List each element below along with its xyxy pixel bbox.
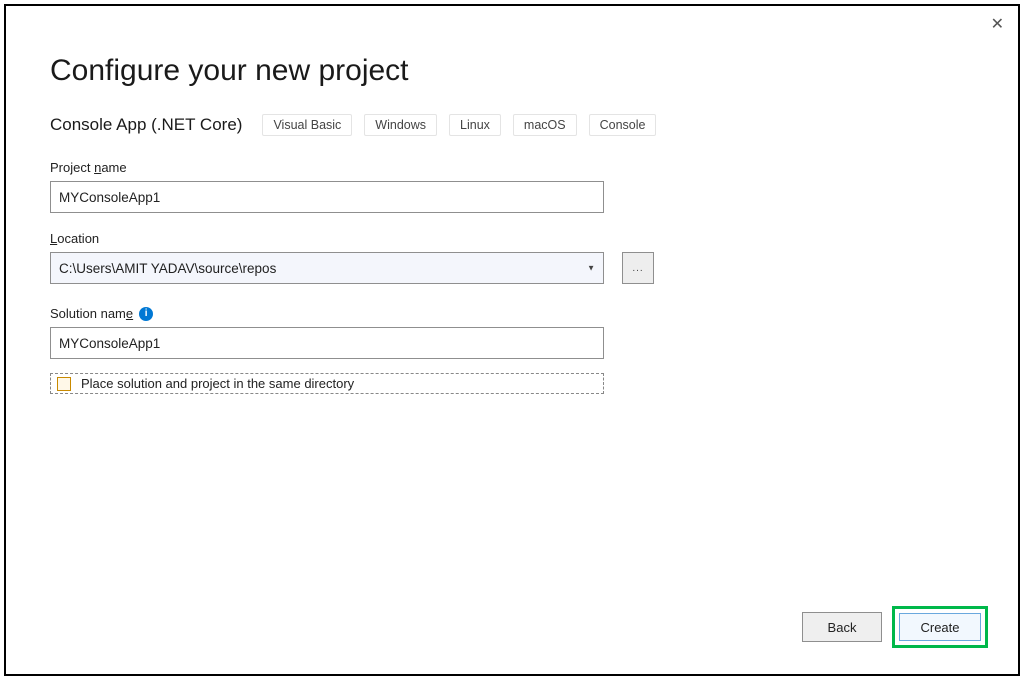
tag-language: Visual Basic [262, 114, 352, 136]
location-label: Location [50, 231, 974, 246]
back-button[interactable]: Back [802, 612, 882, 642]
chevron-down-icon: ▼ [587, 264, 595, 273]
tag-type-console: Console [589, 114, 657, 136]
tag-platform-linux: Linux [449, 114, 501, 136]
solution-name-label: Solution name i [50, 306, 974, 321]
same-directory-checkbox[interactable] [57, 377, 71, 391]
tag-platform-macos: macOS [513, 114, 577, 136]
dialog-content: Configure your new project Console App (… [6, 6, 1018, 394]
same-directory-label: Place solution and project in the same d… [81, 376, 354, 391]
location-dropdown[interactable]: C:\Users\AMIT YADAV\source\repos ▼ [50, 252, 604, 284]
create-button-highlight: Create [892, 606, 988, 648]
project-name-label: Project name [50, 160, 974, 175]
location-row: C:\Users\AMIT YADAV\source\repos ▼ ... [50, 252, 974, 284]
project-name-input[interactable] [50, 181, 604, 213]
info-icon[interactable]: i [139, 307, 153, 321]
button-bar: Back Create [802, 606, 988, 648]
page-title: Configure your new project [50, 54, 974, 88]
create-button[interactable]: Create [899, 613, 981, 641]
browse-button[interactable]: ... [622, 252, 654, 284]
project-template-row: Console App (.NET Core) Visual Basic Win… [50, 114, 974, 136]
location-value: C:\Users\AMIT YADAV\source\repos [59, 261, 276, 276]
project-template-name: Console App (.NET Core) [50, 115, 242, 135]
solution-name-input[interactable] [50, 327, 604, 359]
dialog-window: ✕ Configure your new project Console App… [4, 4, 1020, 676]
close-icon[interactable]: ✕ [991, 14, 1004, 34]
same-directory-checkbox-row[interactable]: Place solution and project in the same d… [50, 373, 604, 394]
tag-platform-windows: Windows [364, 114, 437, 136]
